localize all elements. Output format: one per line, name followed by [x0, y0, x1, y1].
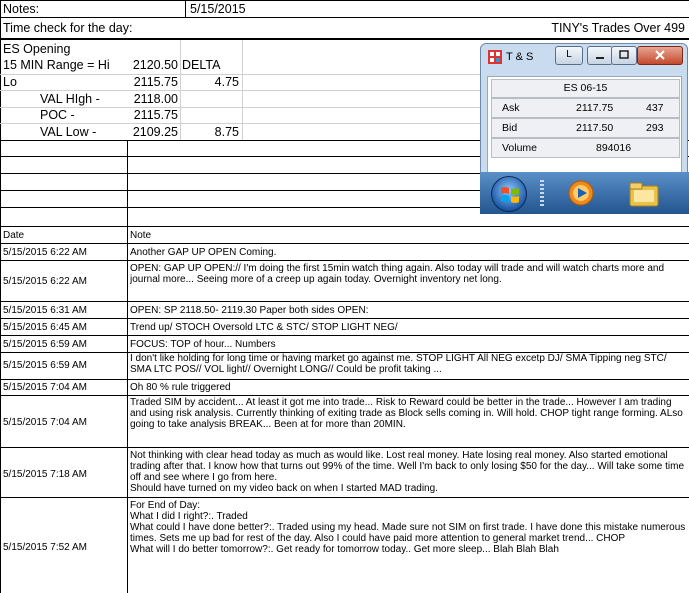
media-player-button[interactable] — [566, 178, 596, 208]
hi-value: 2120.50 — [132, 58, 178, 72]
log-date: 5/15/2015 7:18 AM — [3, 469, 87, 480]
log-date: 5/15/2015 6:22 AM — [3, 276, 87, 287]
ts-title: T & S — [506, 51, 534, 63]
notes-date: 5/15/2015 — [190, 2, 246, 16]
val-high-value: 2118.00 — [133, 92, 178, 106]
ask-label: Ask — [502, 102, 520, 114]
grid-line — [242, 40, 243, 140]
log-note: Not thinking with clear head today as mu… — [130, 450, 685, 494]
grid-line — [0, 243, 689, 244]
val-low-value: 2109.25 — [132, 125, 178, 139]
bid-price: 2117.50 — [576, 122, 614, 134]
log-date: 5/15/2015 6:45 AM — [3, 322, 87, 333]
trades-title: TINY's Trades Over 499 — [551, 21, 685, 35]
poc-label: POC - — [40, 108, 75, 122]
log-note: For End of Day: What I did I right?:. Tr… — [130, 500, 686, 555]
grid-line — [0, 301, 689, 302]
maximize-button[interactable] — [611, 46, 637, 65]
grid-line — [185, 0, 186, 18]
close-button[interactable] — [637, 46, 683, 65]
log-note: I don't like holding for long time or ha… — [130, 353, 667, 375]
es-opening-label: ES Opening — [3, 42, 71, 56]
poc-value: 2115.75 — [133, 108, 178, 122]
log-date: 5/15/2015 6:22 AM — [3, 247, 87, 258]
symbol-cell: ES 06-15 — [491, 79, 680, 98]
minimize-icon — [596, 57, 604, 59]
log-date: 5/15/2015 7:04 AM — [3, 382, 87, 393]
log-date: 5/15/2015 6:31 AM — [3, 305, 87, 316]
folder-icon — [629, 182, 659, 207]
ts-title-bar[interactable]: T & S L — [481, 44, 687, 72]
grid-line — [0, 318, 689, 319]
ask-price: 2117.75 — [576, 102, 614, 114]
log-note: Traded SIM by accident... At least it go… — [130, 397, 683, 430]
windows-logo-icon — [501, 187, 519, 203]
link-button[interactable]: L — [555, 46, 583, 65]
bid-label: Bid — [502, 122, 518, 134]
grid-line — [0, 17, 689, 18]
delta-label: DELTA — [182, 58, 221, 72]
grid-line — [0, 38, 689, 40]
range-label: 15 MIN Range = Hi — [3, 58, 110, 72]
log-date: 5/15/2015 6:59 AM — [3, 339, 87, 350]
taskbar — [480, 172, 689, 214]
ask-size: 437 — [646, 102, 664, 114]
volume-value: 894016 — [596, 142, 632, 154]
notes-label: Notes: — [3, 2, 40, 16]
grid-line — [0, 260, 689, 261]
grid-line — [0, 90, 480, 91]
lo-delta: 4.75 — [214, 75, 239, 89]
lo-value: 2115.75 — [133, 75, 178, 89]
start-button[interactable] — [491, 176, 527, 212]
close-icon — [655, 50, 665, 60]
grid-line — [0, 497, 689, 498]
log-note: OPEN: GAP UP OPEN:// I'm doing the first… — [130, 263, 665, 285]
val-low-delta: 8.75 — [214, 125, 239, 139]
log-date: 5/15/2015 6:59 AM — [3, 360, 87, 371]
symbol-label: ES 06-15 — [563, 82, 608, 94]
log-note: Oh 80 % rule triggered — [130, 382, 231, 393]
log-note: OPEN: SP 2118.50- 2119.30 Paper both sid… — [130, 305, 369, 316]
bid-row: Bid 2117.50 293 — [491, 118, 680, 138]
grid-line — [0, 447, 689, 448]
log-note: Another GAP UP OPEN Coming. — [130, 247, 277, 258]
log-date: 5/15/2015 7:52 AM — [3, 542, 87, 553]
grid-line — [0, 395, 689, 396]
grid-line — [0, 0, 1, 593]
time-check-label: Time check for the day: — [3, 21, 133, 35]
maximize-icon — [619, 50, 629, 59]
ask-row: Ask 2117.75 437 — [491, 98, 680, 118]
val-high-label: VAL HIgh - — [40, 92, 100, 106]
note-column-header: Note — [130, 230, 152, 241]
log-note: FOCUS: TOP of hour... Numbers — [130, 339, 276, 350]
grid-line — [180, 40, 181, 140]
log-date: 5/15/2015 7:04 AM — [3, 417, 87, 428]
lo-label: Lo — [3, 75, 17, 89]
minimize-button[interactable] — [587, 46, 613, 65]
volume-label: Volume — [502, 142, 538, 154]
media-player-icon — [568, 180, 594, 206]
grid-line — [0, 0, 689, 1]
grid-line — [0, 123, 480, 124]
grid-line — [0, 74, 480, 75]
ts-app-icon — [488, 50, 502, 64]
grid-line — [0, 379, 689, 380]
date-column-header: Date — [3, 230, 25, 241]
explorer-button[interactable] — [628, 180, 660, 208]
taskbar-grip[interactable] — [540, 180, 544, 206]
log-note: Trend up/ STOCH Oversold LTC & STC/ STOP… — [130, 322, 398, 333]
val-low-label: VAL Low - — [40, 125, 97, 139]
grid-line — [0, 335, 689, 336]
bid-size: 293 — [646, 122, 664, 134]
grid-line — [127, 140, 128, 593]
volume-row: Volume 894016 — [491, 138, 680, 158]
grid-line — [0, 226, 689, 227]
